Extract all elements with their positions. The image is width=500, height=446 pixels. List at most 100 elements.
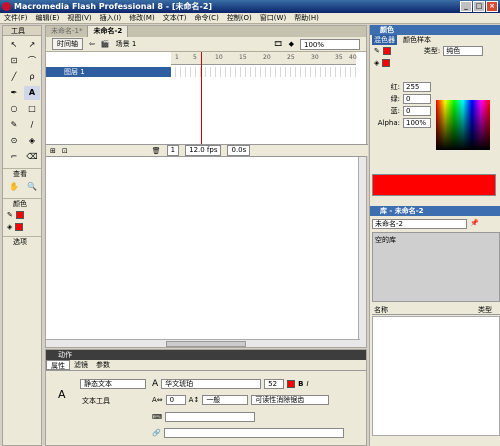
brush-tool-icon[interactable]: ∕ xyxy=(24,118,40,132)
library-list[interactable] xyxy=(372,316,500,436)
stage-vertical-scrollbar[interactable] xyxy=(358,157,366,347)
scene-label: 场景 1 xyxy=(115,40,137,48)
link-icon[interactable]: 🔗 xyxy=(152,429,161,437)
library-doc-select[interactable]: 未命名-2 xyxy=(372,219,467,229)
kerning-select[interactable]: 一般 xyxy=(202,395,249,405)
text-tool-icon[interactable]: A xyxy=(24,86,40,100)
font-size-input[interactable]: 52 xyxy=(264,379,285,389)
stroke-pen-icon: ✎ xyxy=(374,47,380,55)
menu-modify[interactable]: 修改(M) xyxy=(125,13,159,23)
document-tabs: 未命名-1* 未命名-2 xyxy=(46,26,366,37)
menu-control[interactable]: 控制(O) xyxy=(223,13,256,23)
tab-filters[interactable]: 滤镜 xyxy=(70,360,92,370)
lasso-tool-icon[interactable]: ⌒ xyxy=(24,54,40,68)
close-button[interactable]: × xyxy=(486,1,498,12)
pencil-tool-icon[interactable]: ✎ xyxy=(6,118,22,132)
fill-color-swatch[interactable] xyxy=(15,223,24,231)
zoom-tool-icon[interactable]: 🔍 xyxy=(24,180,40,194)
menu-text[interactable]: 文本(T) xyxy=(159,13,191,23)
color-spectrum[interactable] xyxy=(436,100,490,150)
menu-edit[interactable]: 编辑(E) xyxy=(32,13,64,23)
alpha-input[interactable]: 100% xyxy=(403,118,431,128)
pen-tool-icon[interactable]: ✒ xyxy=(6,86,22,100)
oval-tool-icon[interactable]: ○ xyxy=(6,102,22,116)
text-type-select[interactable]: 静态文本 xyxy=(80,379,146,389)
maximize-button[interactable]: □ xyxy=(473,1,485,12)
view-tools: ✋ 🔍 xyxy=(3,178,41,196)
tab-document-2[interactable]: 未命名-2 xyxy=(88,26,129,37)
timeline: 1 5 10 15 20 25 30 35 40 图层 1 ⊞ ⊡ 🗑 1 12… xyxy=(46,52,368,157)
edit-scene-icon[interactable]: 🎞 xyxy=(274,40,283,48)
font-family-select[interactable]: 华文琥珀 xyxy=(161,379,262,389)
line-tool-icon[interactable]: ╱ xyxy=(6,70,22,84)
red-input[interactable]: 255 xyxy=(403,82,431,92)
selectable-icon[interactable]: ⌨ xyxy=(152,413,162,421)
actions-panel-title[interactable]: 动作 xyxy=(46,350,366,360)
green-input[interactable]: 0 xyxy=(403,94,431,104)
scroll-thumb[interactable] xyxy=(166,341,246,347)
edit-symbol-icon[interactable]: ◆ xyxy=(289,40,294,48)
rectangle-tool-icon[interactable]: □ xyxy=(24,102,40,116)
paint-bucket-tool-icon[interactable]: ◈ xyxy=(24,134,40,148)
stroke-swatch[interactable] xyxy=(382,47,391,55)
tracking-icon: A⇔ xyxy=(152,396,163,404)
target-input[interactable] xyxy=(163,428,344,438)
current-frame: 1 xyxy=(166,145,180,156)
stroke-color-swatch[interactable] xyxy=(15,211,24,219)
timeline-toggle-button[interactable]: 时间轴 xyxy=(52,38,83,50)
color-section-label: 颜色 xyxy=(3,198,41,208)
stage-area[interactable] xyxy=(46,157,366,347)
color-panel-title[interactable]: 颜色 xyxy=(370,25,500,35)
url-input[interactable] xyxy=(165,412,256,422)
tab-parameters[interactable]: 参数 xyxy=(92,360,114,370)
layer-row[interactable]: 图层 1 xyxy=(46,67,171,77)
menu-view[interactable]: 视图(V) xyxy=(63,13,95,23)
selection-tool-icon[interactable]: ↖ xyxy=(6,38,22,52)
add-folder-icon[interactable]: ⊡ xyxy=(62,147,68,155)
timeline-footer: ⊞ ⊡ 🗑 1 12.0 fps 0.0s xyxy=(46,144,368,156)
hand-tool-icon[interactable]: ✋ xyxy=(6,180,22,194)
empty-library-label: 空的库 xyxy=(375,236,396,244)
frame-rate[interactable]: 12.0 fps xyxy=(185,145,222,156)
stage-horizontal-scrollbar[interactable] xyxy=(46,339,360,347)
blue-label: 蓝: xyxy=(390,107,400,115)
eyedropper-tool-icon[interactable]: ⌐ xyxy=(6,150,22,164)
back-arrow-icon[interactable]: ⇦ xyxy=(89,40,95,48)
column-type[interactable]: 类型 xyxy=(478,305,492,314)
lasso2-tool-icon[interactable]: ρ xyxy=(24,70,40,84)
menu-window[interactable]: 窗口(W) xyxy=(256,13,290,23)
menu-commands[interactable]: 命令(C) xyxy=(190,13,222,23)
text-color-swatch[interactable] xyxy=(287,380,296,388)
bold-icon[interactable]: B xyxy=(298,380,303,388)
add-layer-icon[interactable]: ⊞ xyxy=(50,147,56,155)
delete-layer-icon[interactable]: 🗑 xyxy=(152,147,161,155)
ruler-tick: 40 xyxy=(349,54,357,61)
tracking-input[interactable]: 0 xyxy=(165,395,186,405)
eraser-tool-icon[interactable]: ⌫ xyxy=(24,150,40,164)
library-columns: 名称 类型 xyxy=(372,305,500,315)
free-transform-tool-icon[interactable]: ⊡ xyxy=(6,54,22,68)
tab-properties[interactable]: 属性 xyxy=(46,360,70,370)
color-type-select[interactable]: 纯色 xyxy=(443,46,484,56)
color-type-row: ✎ 类型: 纯色 xyxy=(370,45,500,57)
ink-bottle-tool-icon[interactable]: ⊙ xyxy=(6,134,22,148)
italic-icon[interactable]: I xyxy=(307,380,309,388)
menu-file[interactable]: 文件(F) xyxy=(0,13,32,23)
zoom-select[interactable]: 100% xyxy=(300,38,360,50)
frame-cells[interactable] xyxy=(171,67,356,77)
playhead[interactable] xyxy=(201,52,202,152)
menu-help[interactable]: 帮助(H) xyxy=(290,13,323,23)
fill-row: ◈ xyxy=(370,57,500,69)
tab-color-swatches[interactable]: 颜色样本 xyxy=(401,35,433,45)
tab-document-1[interactable]: 未命名-1* xyxy=(46,26,89,37)
pin-icon[interactable]: 📌 xyxy=(470,219,479,227)
menu-insert[interactable]: 插入(I) xyxy=(96,13,126,23)
subselection-tool-icon[interactable]: ↗ xyxy=(24,38,40,52)
fill-swatch[interactable] xyxy=(382,59,391,67)
anti-alias-select[interactable]: 可读性消除锯齿 xyxy=(251,395,330,405)
column-name[interactable]: 名称 xyxy=(374,305,388,314)
minimize-button[interactable]: _ xyxy=(460,1,472,12)
tab-color-mixer[interactable]: 混色器 xyxy=(372,35,397,45)
library-panel-title[interactable]: 库 - 未命名-2 xyxy=(370,206,500,216)
blue-input[interactable]: 0 xyxy=(403,106,431,116)
